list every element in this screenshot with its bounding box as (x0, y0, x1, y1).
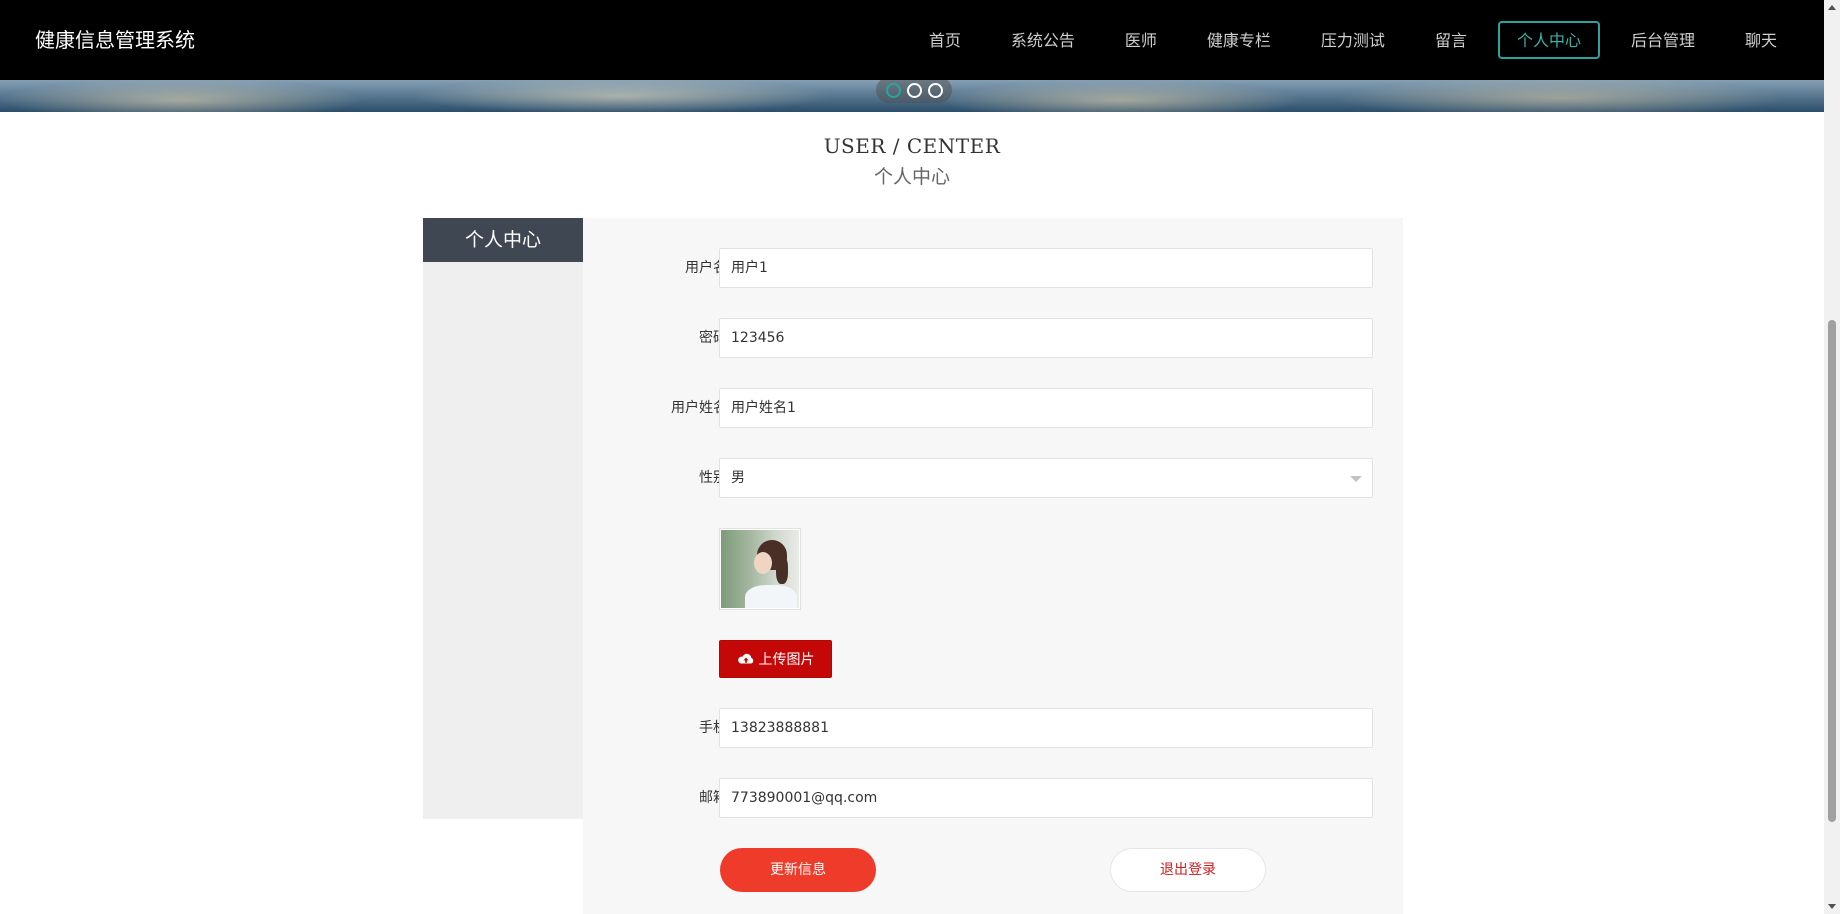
section-title-en: USER / CENTER (823, 134, 1001, 158)
carousel-indicators (876, 77, 952, 103)
site-brand[interactable]: 健康信息管理系统 (35, 24, 195, 53)
nav-item-health-column[interactable]: 健康专栏 (1188, 21, 1290, 59)
email-input[interactable]: 773890001@qq.com (719, 778, 1373, 818)
sidebar-item-user-center[interactable]: 个人中心 (423, 218, 583, 262)
realname-input[interactable]: 用户姓名1 (719, 388, 1373, 428)
cloud-upload-icon (737, 653, 753, 664)
form-row-email: 邮箱 773890001@qq.com (583, 778, 1403, 818)
form-row-realname: 用户姓名 用户姓名1 (583, 388, 1403, 428)
scroll-up-arrow-icon[interactable] (1828, 5, 1836, 10)
carousel-dot-3[interactable] (927, 82, 943, 98)
nav-item-admin[interactable]: 后台管理 (1612, 21, 1714, 59)
update-info-button[interactable]: 更新信息 (720, 848, 876, 892)
upload-image-label: 上传图片 (758, 652, 815, 668)
profile-form: 用户名 用户1 密码 123456 用户姓名 用户姓名1 性别 男 上传图片 手… (583, 218, 1403, 914)
nav-item-stress-test[interactable]: 压力测试 (1302, 21, 1404, 59)
scroll-down-arrow-icon[interactable] (1828, 904, 1836, 909)
gender-select[interactable]: 男 (719, 458, 1373, 498)
main-nav: 首页 系统公告 医师 健康专栏 压力测试 留言 个人中心 后台管理 聊天 (898, 21, 1796, 59)
upload-image-button[interactable]: 上传图片 (719, 640, 832, 678)
section-heading: USER / CENTER 个人中心 (0, 134, 1824, 189)
phone-input[interactable]: 13823888881 (719, 708, 1373, 748)
page-scrollbar[interactable] (1824, 0, 1840, 914)
nav-item-announcements[interactable]: 系统公告 (992, 21, 1094, 59)
section-title-cn: 个人中心 (873, 166, 950, 188)
nav-item-user-center[interactable]: 个人中心 (1497, 21, 1600, 59)
chevron-down-icon (1350, 476, 1362, 482)
carousel-dot-1[interactable] (885, 82, 901, 98)
nav-item-chat[interactable]: 聊天 (1726, 21, 1796, 59)
username-input[interactable]: 用户1 (719, 248, 1373, 288)
nav-item-messages[interactable]: 留言 (1416, 21, 1486, 59)
top-navbar: 健康信息管理系统 首页 系统公告 医师 健康专栏 压力测试 留言 个人中心 后台… (0, 0, 1824, 80)
sidebar: 个人中心 (423, 218, 583, 819)
form-row-phone: 手机 13823888881 (583, 708, 1403, 748)
gender-selected-value: 男 (731, 470, 745, 486)
form-row-gender: 性别 男 (583, 458, 1403, 498)
avatar-preview (719, 528, 801, 610)
scroll-thumb[interactable] (1828, 320, 1836, 822)
form-row-username: 用户名 用户1 (583, 248, 1403, 288)
nav-item-doctors[interactable]: 医师 (1106, 21, 1176, 59)
form-row-password: 密码 123456 (583, 318, 1403, 358)
logout-button[interactable]: 退出登录 (1110, 848, 1266, 892)
password-input[interactable]: 123456 (719, 318, 1373, 358)
carousel-dot-2[interactable] (906, 82, 922, 98)
nav-item-home[interactable]: 首页 (910, 21, 980, 59)
